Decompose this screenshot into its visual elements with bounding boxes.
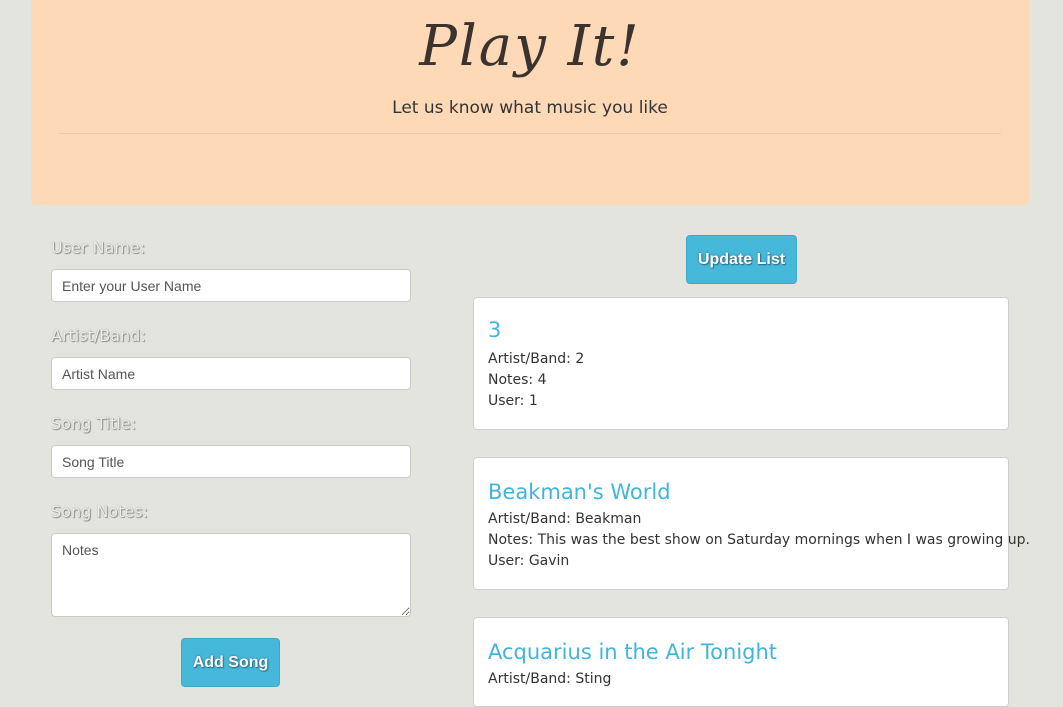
app-subtitle: Let us know what music you like [392,98,668,118]
song-card: Acquarius in the Air Tonight Artist/Band… [473,617,1009,707]
song-user: User: Gavin [488,553,570,569]
song-user: User: 1 [488,393,538,409]
artist-label: Artist/Band: [51,326,146,345]
song-title-link[interactable]: Acquarius in the Air Tonight [488,639,994,665]
update-list-button[interactable]: Update List [686,235,797,284]
add-song-button[interactable]: Add Song [181,638,280,687]
song-notes-textarea[interactable] [51,533,411,617]
song-artist: Artist/Band: 2 [488,351,585,367]
user-name-label: User Name: [51,238,146,257]
header-divider [59,133,1001,134]
song-title-link[interactable]: Beakman's World [488,479,994,505]
song-artist: Artist/Band: Beakman [488,511,642,527]
song-notes: Notes: 4 [488,372,547,388]
user-name-input[interactable] [51,269,411,302]
app-title: Play It! [419,14,641,79]
song-artist: Artist/Band: Sting [488,671,612,687]
song-card: 3 Artist/Band: 2 Notes: 4 User: 1 [473,297,1009,430]
song-title-label: Song Title: [51,414,137,433]
artist-input[interactable] [51,357,411,390]
song-card: Beakman's World Artist/Band: Beakman Not… [473,457,1030,590]
song-notes: Notes: This was the best show on Saturda… [488,532,1030,548]
song-title-link[interactable]: 3 [488,317,994,343]
header: Play It! Let us know what music you like [31,0,1029,205]
song-title-input[interactable] [51,445,411,478]
song-notes-label: Song Notes: [51,502,148,521]
